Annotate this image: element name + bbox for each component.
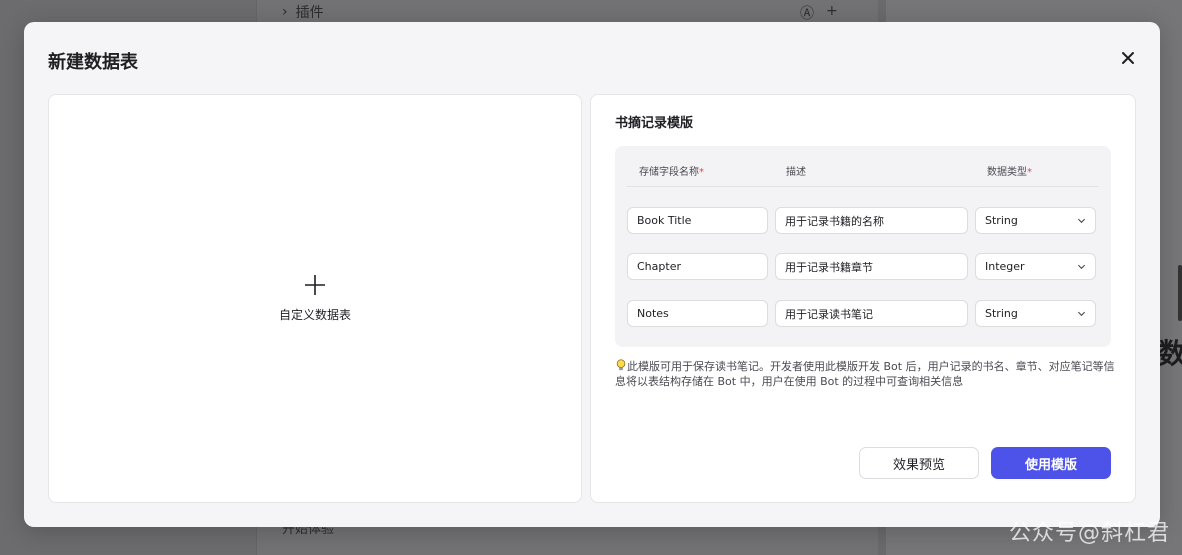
field-type-select[interactable]: Integer — [975, 253, 1096, 280]
template-hint-text: 此模版可用于保存读书笔记。开发者使用此模版开发 Bot 后，用户记录的书名、章节… — [615, 360, 1115, 388]
table-row: Book Title 用于记录书籍的名称 String — [627, 207, 1097, 234]
field-table: 存储字段名称* 描述 数据类型* Book Title 用于记录书籍的名称 St… — [615, 146, 1111, 347]
chevron-down-icon — [1077, 311, 1086, 317]
watermark: 公众号@斜杠君 — [1008, 521, 1170, 546]
plus-icon — [304, 274, 326, 296]
field-description-input[interactable]: 用于记录书籍章节 — [775, 253, 968, 280]
bg-plugin-label: 插件 — [295, 5, 324, 21]
template-hint: 此模版可用于保存读书笔记。开发者使用此模版开发 Bot 后，用户记录的书名、章节… — [615, 359, 1115, 389]
table-row: Notes 用于记录读书笔记 String — [627, 300, 1097, 327]
col-head-data-type: 数据类型* — [987, 167, 1032, 178]
field-description-input[interactable]: 用于记录书籍的名称 — [775, 207, 968, 234]
field-name-input[interactable]: Chapter — [627, 253, 768, 280]
table-row: Chapter 用于记录书籍章节 Integer — [627, 253, 1097, 280]
bg-plugin-actions: Ⓐ + — [800, 3, 838, 23]
col-head-description: 描述 — [786, 167, 806, 178]
field-type-select[interactable]: String — [975, 300, 1096, 327]
field-type-value: String — [985, 214, 1018, 227]
use-template-button[interactable]: 使用模版 — [991, 447, 1111, 479]
new-table-modal: 新建数据表 自定义数据表 书摘记录模版 存储字段名称* 描述 数据类型* Boo… — [24, 22, 1160, 527]
lightbulb-icon — [616, 359, 626, 371]
template-title: 书摘记录模版 — [615, 116, 694, 131]
field-description-input[interactable]: 用于记录读书笔记 — [775, 300, 968, 327]
header-divider — [627, 186, 1099, 187]
close-icon — [1122, 52, 1134, 64]
bg-plugin-row: › 插件 — [282, 2, 324, 22]
col-head-field-name: 存储字段名称* — [639, 167, 704, 178]
custom-table-card[interactable]: 自定义数据表 — [48, 94, 582, 503]
close-button[interactable] — [1116, 46, 1140, 70]
bg-right-edge — [1178, 265, 1182, 321]
custom-table-label: 自定义数据表 — [278, 308, 351, 322]
add-icon: + — [826, 3, 838, 19]
field-type-value: Integer — [985, 260, 1025, 273]
chevron-right-icon: › — [282, 4, 288, 20]
preview-button[interactable]: 效果预览 — [859, 447, 979, 479]
field-type-value: String — [985, 307, 1018, 320]
template-card: 书摘记录模版 存储字段名称* 描述 数据类型* Book Title 用于记录书… — [590, 94, 1136, 503]
field-type-select[interactable]: String — [975, 207, 1096, 234]
modal-title: 新建数据表 — [48, 52, 138, 73]
chevron-down-icon — [1077, 264, 1086, 270]
auto-icon: Ⓐ — [800, 6, 814, 22]
bg-right-glyph: 数 — [1158, 337, 1182, 370]
field-name-input[interactable]: Book Title — [627, 207, 768, 234]
field-name-input[interactable]: Notes — [627, 300, 768, 327]
chevron-down-icon — [1077, 218, 1086, 224]
